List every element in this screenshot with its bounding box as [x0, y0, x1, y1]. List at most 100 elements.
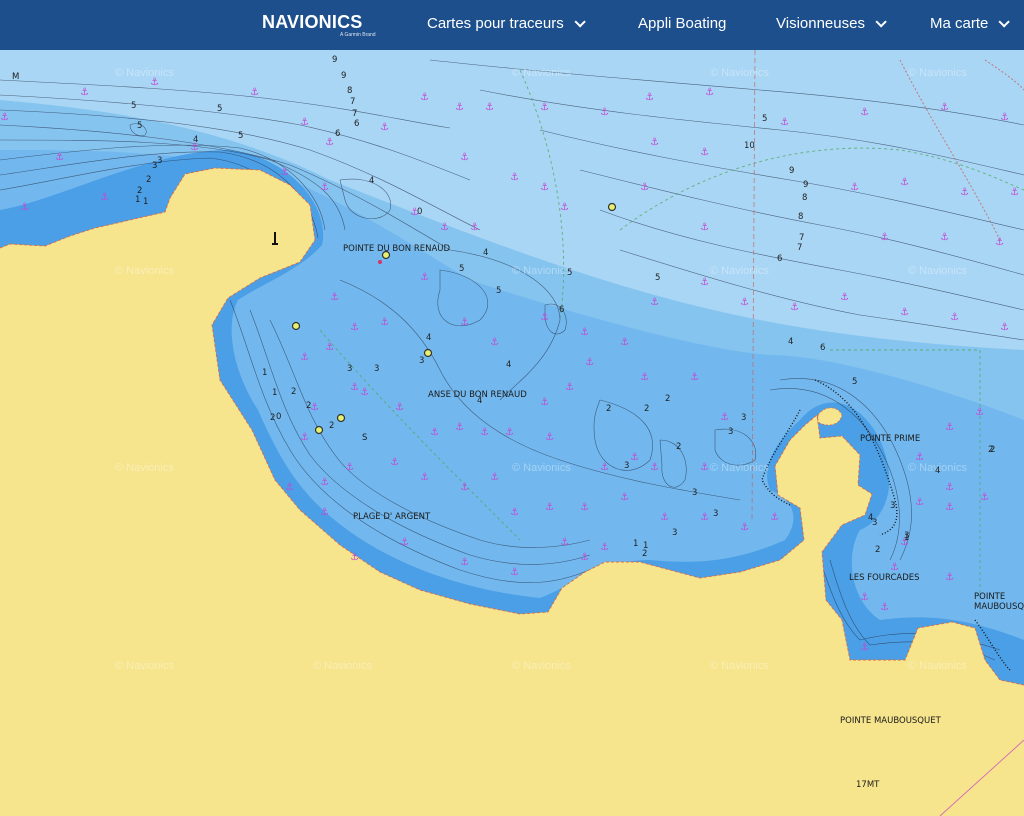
navionics-logo[interactable]: NAVIONICS A Garmin Brand — [262, 12, 376, 38]
anchor-icon: ⚓ — [900, 307, 909, 318]
anchor-icon: ⚓ — [700, 222, 709, 233]
depth-sounding: 5 — [567, 268, 572, 278]
depth-sounding: 0 — [276, 412, 281, 422]
depth-sounding: 6 — [559, 305, 564, 315]
depth-sounding: 4 — [935, 466, 940, 476]
anchor-icon: ⚓ — [705, 87, 714, 98]
nautical-chart-map[interactable]: © Navionics © Navionics © Navionics © Na… — [0, 50, 1024, 816]
anchor-icon: ⚓ — [880, 602, 889, 613]
label-anse-du-bon-renaud: ANSE DU BON RENAUD — [428, 390, 527, 400]
anchor-icon: ⚓ — [850, 182, 859, 193]
depth-sounding: 3 — [347, 364, 352, 374]
anchor-icon: ⚓ — [630, 452, 639, 463]
nav-appli-boating[interactable]: Appli Boating — [638, 15, 726, 32]
depth-sounding: 3 — [374, 364, 379, 374]
anchor-icon: ⚓ — [55, 152, 64, 163]
depth-sounding: 7 — [352, 109, 357, 119]
svg-text:© Navionics: © Navionics — [512, 660, 571, 672]
anchor-icon: ⚓ — [650, 462, 659, 473]
anchor-icon: ⚓ — [1000, 322, 1009, 333]
anchor-icon: ⚓ — [600, 462, 609, 473]
depth-sounding: 3 — [872, 518, 877, 528]
anchor-icon: ⚓ — [485, 102, 494, 113]
depth-sounding: 3 — [672, 528, 677, 538]
anchor-icon: ⚓ — [20, 202, 29, 213]
poi-marker[interactable] — [607, 202, 617, 212]
depth-sounding: 1 — [904, 533, 909, 543]
anchor-icon: ⚓ — [645, 92, 654, 103]
anchor-icon: ⚓ — [350, 322, 359, 333]
anchor-icon: ⚓ — [975, 407, 984, 418]
hazard-icon[interactable] — [378, 260, 382, 264]
poi-marker[interactable] — [336, 413, 346, 423]
svg-text:© Navionics: © Navionics — [115, 462, 174, 474]
nav-visionneuses[interactable]: Visionneuses — [776, 15, 887, 32]
anchor-icon: ⚓ — [585, 357, 594, 368]
top-navigation-bar: NAVIONICS A Garmin Brand Cartes pour tra… — [0, 0, 1024, 50]
anchor-icon: ⚓ — [690, 372, 699, 383]
depth-sounding: 4 — [426, 333, 431, 343]
svg-text:© Navionics: © Navionics — [908, 265, 967, 277]
depth-sounding: 2 — [875, 545, 880, 555]
depth-sounding: 3 — [624, 461, 629, 471]
anchor-icon: ⚓ — [945, 572, 954, 583]
anchor-icon: ⚓ — [280, 167, 289, 178]
label-les-fourcades: LES FOURCADES — [849, 573, 920, 583]
anchor-icon: ⚓ — [720, 412, 729, 423]
depth-sounding: 2 — [606, 404, 611, 414]
depth-sounding: 8 — [802, 193, 807, 203]
anchor-icon: ⚓ — [100, 192, 109, 203]
anchor-icon: ⚓ — [950, 312, 959, 323]
anchor-icon: ⚓ — [740, 297, 749, 308]
poi-marker[interactable] — [314, 425, 324, 435]
poi-marker[interactable] — [423, 348, 433, 358]
anchor-icon: ⚓ — [560, 537, 569, 548]
anchor-icon: ⚓ — [300, 352, 309, 363]
poi-marker[interactable] — [291, 321, 301, 331]
svg-text:© Navionics: © Navionics — [908, 67, 967, 79]
depth-sounding: 1 — [272, 388, 277, 398]
svg-text:© Navionics: © Navionics — [710, 462, 769, 474]
label-pointe-maubousquet: POINTE MAUBOUSQUET — [840, 716, 942, 726]
anchor-icon: ⚓ — [640, 372, 649, 383]
depth-sounding: 2 — [329, 421, 334, 431]
depth-sounding: 4 — [788, 337, 793, 347]
anchor-icon: ⚓ — [580, 327, 589, 338]
anchor-icon: ⚓ — [420, 472, 429, 483]
depth-sounding: 6 — [777, 254, 782, 264]
anchor-icon: ⚓ — [1000, 112, 1009, 123]
anchor-icon: ⚓ — [420, 272, 429, 283]
depth-sounding: 1 — [143, 197, 148, 207]
anchor-icon: ⚓ — [320, 507, 329, 518]
svg-text:© Navionics: © Navionics — [710, 660, 769, 672]
anchor-icon: ⚓ — [560, 202, 569, 213]
anchor-icon: ⚓ — [345, 462, 354, 473]
anchor-icon: ⚓ — [460, 317, 469, 328]
depth-sounding: 4 — [483, 248, 488, 258]
nav-ma-carte[interactable]: Ma carte — [930, 15, 1011, 32]
anchor-icon: ⚓ — [330, 292, 339, 303]
anchor-icon: ⚓ — [580, 502, 589, 513]
anchor-icon: ⚓ — [430, 427, 439, 438]
anchor-icon: ⚓ — [600, 107, 609, 118]
label-seabed-m: M — [12, 72, 19, 82]
anchor-icon: ⚓ — [380, 317, 389, 328]
anchor-icon: ⚓ — [860, 592, 869, 603]
anchor-icon: ⚓ — [400, 537, 409, 548]
depth-sounding: 2 — [644, 404, 649, 414]
anchor-icon: ⚓ — [0, 112, 9, 123]
anchor-icon: ⚓ — [1010, 187, 1019, 198]
logo-text: NAVIONICS — [262, 12, 363, 32]
anchor-icon: ⚓ — [620, 492, 629, 503]
nav-cartes-pour-traceurs[interactable]: Cartes pour traceurs — [427, 15, 586, 32]
depth-sounding: 5 — [238, 131, 243, 141]
depth-sounding: 6 — [354, 119, 359, 129]
svg-text:© Navionics: © Navionics — [115, 265, 174, 277]
svg-text:© Navionics: © Navionics — [512, 462, 571, 474]
depth-sounding: 5 — [459, 264, 464, 274]
anchor-icon: ⚓ — [490, 472, 499, 483]
anchor-icon: ⚓ — [790, 302, 799, 313]
anchor-icon: ⚓ — [860, 107, 869, 118]
depth-sounding: 8 — [347, 86, 352, 96]
depth-sounding: 3 — [713, 509, 718, 519]
